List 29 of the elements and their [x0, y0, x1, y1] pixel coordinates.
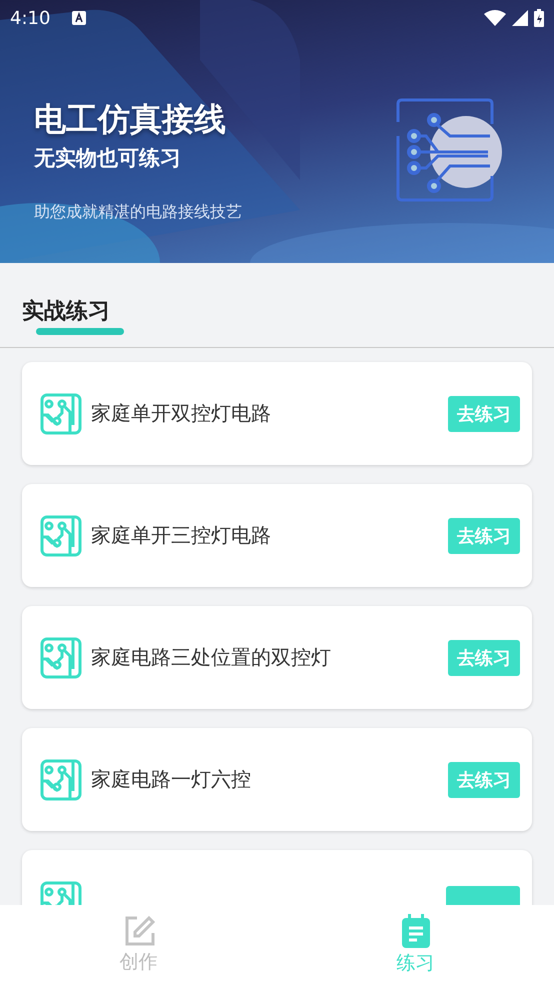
exercise-title: 家庭电路一灯六控 — [91, 766, 251, 793]
exercise-card[interactable]: 家庭电路一灯六控 去练习 — [22, 728, 532, 831]
nav-tab[interactable]: 创作 — [0, 905, 277, 985]
wifi-icon — [484, 10, 506, 26]
nav-tab[interactable]: 练习 — [277, 905, 554, 985]
notepad-icon — [400, 914, 430, 948]
signal-icon — [512, 10, 528, 26]
exercise-card[interactable]: 家庭电路三处位置的双控灯 去练习 — [22, 606, 532, 709]
section-tab[interactable]: 实战练习 — [22, 298, 124, 347]
practice-button[interactable]: 去练习 — [448, 762, 520, 798]
keyboard-icon — [72, 11, 86, 25]
circuit-icon — [40, 392, 82, 434]
clock: 4:10 — [10, 8, 50, 28]
exercise-title: 家庭单开双控灯电路 — [91, 400, 271, 427]
practice-button[interactable]: 去练习 — [448, 396, 520, 432]
circuit-icon — [40, 636, 82, 678]
exercise-title: 家庭电路三处位置的双控灯 — [91, 644, 331, 671]
banner-title: 电工仿真接线 — [34, 99, 226, 140]
exercise-card[interactable]: 家庭单开三控灯电路 去练习 — [22, 484, 532, 587]
exercise-card[interactable]: 家庭单开双控灯电路 去练习 — [22, 362, 532, 465]
circuit-icon — [40, 758, 82, 800]
exercise-title: 家庭单开三控灯电路 — [91, 522, 271, 549]
practice-button[interactable]: 去练习 — [448, 518, 520, 554]
circuit-icon — [40, 514, 82, 556]
edit-icon — [122, 915, 154, 947]
banner-tagline: 助您成就精湛的电路接线技艺 — [34, 202, 242, 223]
battery-icon — [534, 9, 544, 27]
banner-subtitle: 无实物也可练习 — [34, 145, 181, 172]
practice-button[interactable]: 去练习 — [448, 640, 520, 676]
